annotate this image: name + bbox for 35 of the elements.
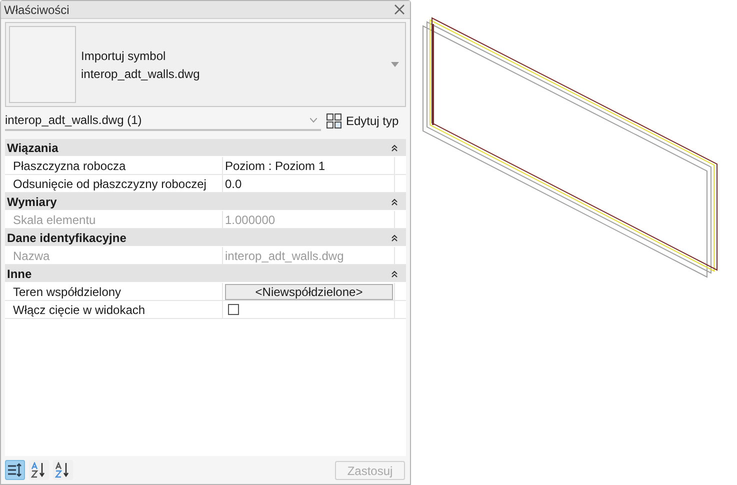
property-value: 0.0	[225, 176, 242, 192]
collapse-icon[interactable]	[391, 270, 398, 278]
category-header[interactable]: Dane identyfikacyjne	[5, 229, 406, 247]
property-value: 1.000000	[225, 212, 276, 228]
property-value: interop_adt_walls.dwg	[225, 248, 344, 264]
sort-descending-icon	[55, 462, 71, 478]
collapse-icon[interactable]	[391, 198, 398, 206]
sort-button[interactable]	[5, 460, 25, 480]
category-header[interactable]: Inne	[5, 265, 406, 283]
property-label: Teren współdzielony	[5, 283, 223, 300]
property-label: Włącz cięcie w widokach	[5, 301, 223, 318]
sort-button[interactable]	[29, 460, 49, 480]
dropdown-arrow-icon	[391, 62, 399, 67]
type-selector[interactable]: Importuj symbol interop_adt_walls.dwg	[5, 22, 406, 107]
category-sort-icon	[7, 463, 23, 477]
instance-dropdown[interactable]: interop_adt_walls.dwg (1)	[5, 111, 321, 131]
property-label: Skala elementu	[5, 211, 223, 228]
property-label: Nazwa	[5, 247, 223, 264]
collapse-icon[interactable]	[391, 144, 398, 152]
checkbox[interactable]	[228, 304, 239, 315]
property-label: Płaszczyzna robocza	[5, 157, 223, 174]
panel-title: Właściwości	[4, 2, 70, 18]
property-value-button[interactable]: <Niewspółdzielone>	[225, 284, 393, 300]
category-header[interactable]: Wymiary	[5, 193, 406, 211]
property-label: Odsunięcie od płaszczyzny roboczej	[5, 175, 223, 192]
sort-ascending-icon	[31, 462, 47, 478]
sort-button[interactable]	[53, 460, 73, 480]
category-header[interactable]: Wiązania	[5, 139, 406, 157]
edit-type-icon	[326, 113, 342, 129]
collapse-icon[interactable]	[391, 234, 398, 242]
property-value: Poziom : Poziom 1	[225, 158, 326, 174]
type-name: interop_adt_walls.dwg	[81, 66, 201, 82]
close-icon[interactable]	[394, 4, 405, 15]
type-family: Importuj symbol	[81, 48, 167, 64]
edit-type-button[interactable]: Edytuj typ	[326, 111, 399, 131]
